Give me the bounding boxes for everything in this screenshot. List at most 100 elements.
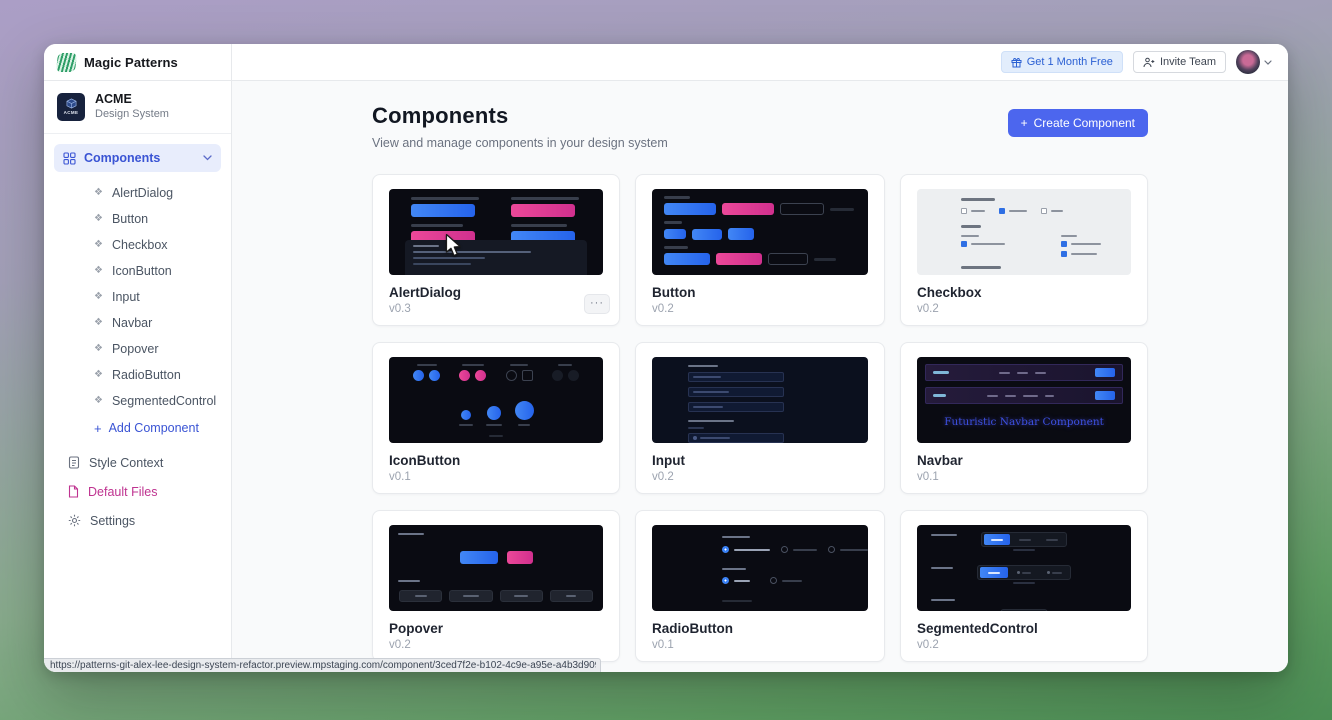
code-snippet-panel xyxy=(405,240,587,275)
card-title: SegmentedControl xyxy=(917,621,1131,636)
sidebar-item-label: Input xyxy=(112,290,140,304)
card-title: Input xyxy=(652,453,868,468)
iconbutton-size-row xyxy=(389,401,603,426)
card-title: Popover xyxy=(389,621,603,636)
grid-icon xyxy=(63,152,76,165)
sidebar-item-popover[interactable]: ❖ Popover xyxy=(54,336,221,362)
card-iconbutton[interactable]: IconButton v0.1 xyxy=(372,342,620,494)
card-navbar[interactable]: Futuristic Navbar Component Navbar v0.1 xyxy=(900,342,1148,494)
navbar-thumb-caption: Futuristic Navbar Component xyxy=(917,416,1131,428)
sidebar-item-segmentedcontrol[interactable]: ❖ SegmentedControl xyxy=(54,388,221,414)
sidebar-item-checkbox[interactable]: ❖ Checkbox xyxy=(54,232,221,258)
alertdialog-preview xyxy=(411,197,585,244)
sidebar-item-settings[interactable]: Settings xyxy=(54,506,221,535)
sidebar-item-label: Popover xyxy=(112,342,159,356)
component-icon: ❖ xyxy=(94,292,103,302)
workspace-subtitle: Design System xyxy=(95,108,169,122)
sidebar-item-label: Navbar xyxy=(112,316,152,330)
card-version: v0.1 xyxy=(917,471,1131,483)
sidebar-item-input[interactable]: ❖ Input xyxy=(54,284,221,310)
card-version: v0.1 xyxy=(389,471,603,483)
card-version: v0.2 xyxy=(917,639,1131,651)
button-thumbnail[interactable] xyxy=(652,189,868,275)
card-button[interactable]: Button v0.2 xyxy=(635,174,885,326)
card-version: v0.1 xyxy=(652,639,868,651)
card-version: v0.2 xyxy=(652,471,868,483)
card-alertdialog[interactable]: AlertDialog v0.3 ··· xyxy=(372,174,620,326)
card-radiobutton[interactable]: RadioButton v0.1 xyxy=(635,510,885,662)
sidebar-item-label: AlertDialog xyxy=(112,186,173,200)
card-input[interactable]: Input v0.2 xyxy=(635,342,885,494)
card-more-button[interactable]: ··· xyxy=(584,294,610,314)
sidebar-item-label: Button xyxy=(112,212,148,226)
sidebar-item-label: IconButton xyxy=(112,264,172,278)
component-icon: ❖ xyxy=(94,240,103,250)
card-segmentedcontrol[interactable]: SegmentedControl v0.2 xyxy=(900,510,1148,662)
card-version: v0.2 xyxy=(389,639,603,651)
component-icon: ❖ xyxy=(94,344,103,354)
sidebar-item-components[interactable]: Components xyxy=(54,144,221,172)
card-title: Navbar xyxy=(917,453,1131,468)
sidebar-item-radiobutton[interactable]: ❖RadioButton xyxy=(54,362,221,388)
plus-icon: + xyxy=(94,421,102,436)
radiobutton-thumbnail[interactable] xyxy=(652,525,868,611)
sidebar-item-label: Default Files xyxy=(88,485,157,499)
card-checkbox[interactable]: Checkbox v0.2 xyxy=(900,174,1148,326)
main-area: Get 1 Month Free Invite Team Components … xyxy=(232,44,1288,672)
sidebar-item-navbar[interactable]: ❖ Navbar xyxy=(54,310,221,336)
iconbutton-thumbnail[interactable] xyxy=(389,357,603,443)
popover-position-row xyxy=(399,590,593,602)
card-version: v0.3 xyxy=(389,303,603,315)
magic-patterns-logo-icon xyxy=(56,53,77,72)
brand-name: Magic Patterns xyxy=(84,55,178,70)
get-month-free-button[interactable]: Get 1 Month Free xyxy=(1001,51,1123,73)
component-icon: ❖ xyxy=(94,318,103,328)
account-menu[interactable] xyxy=(1236,50,1272,74)
person-plus-icon xyxy=(1143,57,1155,68)
acme-logo-caption: ACME xyxy=(64,110,79,115)
iconbutton-variant-row xyxy=(389,357,603,381)
component-icon: ❖ xyxy=(94,370,103,380)
sidebar-item-alertdialog[interactable]: ❖ AlertDialog xyxy=(54,180,221,206)
sidebar-item-default-files[interactable]: Default Files xyxy=(54,477,221,506)
input-thumbnail[interactable] xyxy=(652,357,868,443)
component-icon: ❖ xyxy=(94,396,103,406)
create-component-button[interactable]: + Create Component xyxy=(1008,109,1148,137)
sidebar-item-iconbutton[interactable]: ❖ IconButton xyxy=(54,258,221,284)
segmentedcontrol-thumbnail[interactable] xyxy=(917,525,1131,611)
checkbox-thumbnail[interactable] xyxy=(917,189,1131,275)
invite-team-button[interactable]: Invite Team xyxy=(1133,51,1226,73)
card-title: RadioButton xyxy=(652,621,868,636)
popover-thumbnail[interactable] xyxy=(389,525,603,611)
topbar: Get 1 Month Free Invite Team xyxy=(232,44,1288,81)
acme-logo: ACME xyxy=(57,93,85,121)
card-title: IconButton xyxy=(389,453,603,468)
component-icon: ❖ xyxy=(94,188,103,198)
segmented-control-preview xyxy=(977,565,1071,580)
page-content: Components View and manage components in… xyxy=(232,81,1288,672)
sidebar-nav: Components ❖AlertDialog ❖Button ❖Checkbo… xyxy=(44,134,231,535)
workspace-switcher[interactable]: ACME ACME Design System xyxy=(44,81,231,134)
brand-header: Magic Patterns xyxy=(44,44,231,81)
sidebar-item-style-context[interactable]: Style Context xyxy=(54,448,221,477)
link-preview-statusbar: https://patterns-git-alex-lee-design-sys… xyxy=(44,658,601,672)
sidebar-item-button[interactable]: ❖Button xyxy=(54,206,221,232)
card-title: AlertDialog xyxy=(389,285,603,300)
navbar-thumbnail[interactable]: Futuristic Navbar Component xyxy=(917,357,1131,443)
sidebar-item-label: Settings xyxy=(90,514,135,528)
avatar xyxy=(1236,50,1260,74)
component-icon: ❖ xyxy=(94,266,103,276)
alertdialog-thumbnail[interactable] xyxy=(389,189,603,275)
cube-icon xyxy=(66,98,77,109)
navbar-preview-strip xyxy=(925,387,1123,404)
sidebar: Magic Patterns ACME ACME Design System C… xyxy=(44,44,232,672)
sidebar-item-label: Checkbox xyxy=(112,238,168,252)
add-component-button[interactable]: + Add Component xyxy=(54,414,221,442)
create-component-label: Create Component xyxy=(1034,116,1135,130)
mouse-cursor xyxy=(445,233,463,258)
component-grid: AlertDialog v0.3 ··· xyxy=(372,174,1148,662)
card-popover[interactable]: Popover v0.2 xyxy=(372,510,620,662)
app-window: Magic Patterns ACME ACME Design System C… xyxy=(44,44,1288,672)
gear-icon xyxy=(68,514,81,527)
sidebar-item-label: SegmentedControl xyxy=(112,394,216,408)
